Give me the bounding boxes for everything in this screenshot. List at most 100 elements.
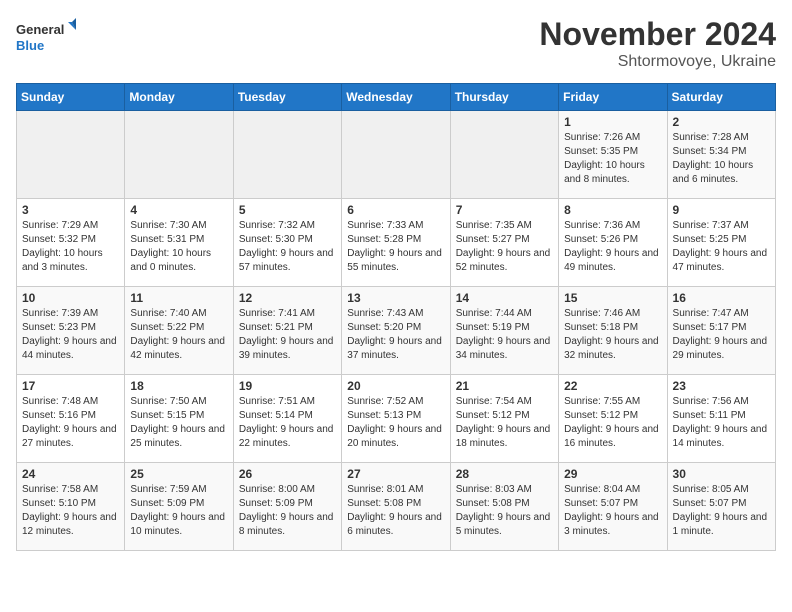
calendar-cell: 12 Sunrise: 7:41 AM Sunset: 5:21 PM Dayl… [233,287,341,375]
cell-info: Sunrise: 7:28 AM Sunset: 5:34 PM Dayligh… [673,131,770,187]
calendar-table: SundayMondayTuesdayWednesdayThursdayFrid… [16,83,776,551]
day-number: 12 [239,291,336,305]
day-number: 13 [347,291,444,305]
weekday-header-tuesday: Tuesday [233,84,341,111]
calendar-cell [342,111,450,199]
day-number: 8 [564,203,661,217]
calendar-cell: 27 Sunrise: 8:01 AM Sunset: 5:08 PM Dayl… [342,463,450,551]
weekday-header-saturday: Saturday [667,84,775,111]
svg-text:General: General [16,22,64,37]
daylight-text: Daylight: 9 hours and 42 minutes. [130,335,227,363]
day-number: 17 [22,379,119,393]
daylight-text: Daylight: 9 hours and 1 minute. [673,511,770,539]
cell-info: Sunrise: 7:54 AM Sunset: 5:12 PM Dayligh… [456,395,553,451]
daylight-text: Daylight: 9 hours and 29 minutes. [673,335,770,363]
day-number: 18 [130,379,227,393]
daylight-text: Daylight: 9 hours and 55 minutes. [347,247,444,275]
daylight-text: Daylight: 9 hours and 25 minutes. [130,423,227,451]
daylight-text: Daylight: 9 hours and 44 minutes. [22,335,119,363]
daylight-text: Daylight: 10 hours and 6 minutes. [673,159,770,187]
sunset-text: Sunset: 5:32 PM [22,233,119,247]
weekday-header-sunday: Sunday [17,84,125,111]
sunrise-text: Sunrise: 7:40 AM [130,307,227,321]
page-header: General Blue November 2024 Shtormovoye, … [16,16,776,71]
sunrise-text: Sunrise: 7:35 AM [456,219,553,233]
daylight-text: Daylight: 10 hours and 3 minutes. [22,247,119,275]
calendar-cell: 29 Sunrise: 8:04 AM Sunset: 5:07 PM Dayl… [559,463,667,551]
calendar-cell [17,111,125,199]
daylight-text: Daylight: 9 hours and 52 minutes. [456,247,553,275]
week-row-2: 3 Sunrise: 7:29 AM Sunset: 5:32 PM Dayli… [17,199,776,287]
week-row-3: 10 Sunrise: 7:39 AM Sunset: 5:23 PM Dayl… [17,287,776,375]
cell-info: Sunrise: 7:47 AM Sunset: 5:17 PM Dayligh… [673,307,770,363]
cell-info: Sunrise: 7:51 AM Sunset: 5:14 PM Dayligh… [239,395,336,451]
sunset-text: Sunset: 5:22 PM [130,321,227,335]
cell-info: Sunrise: 7:58 AM Sunset: 5:10 PM Dayligh… [22,483,119,539]
daylight-text: Daylight: 9 hours and 6 minutes. [347,511,444,539]
sunset-text: Sunset: 5:08 PM [456,497,553,511]
daylight-text: Daylight: 9 hours and 16 minutes. [564,423,661,451]
calendar-cell: 13 Sunrise: 7:43 AM Sunset: 5:20 PM Dayl… [342,287,450,375]
day-number: 2 [673,115,770,129]
daylight-text: Daylight: 9 hours and 10 minutes. [130,511,227,539]
daylight-text: Daylight: 9 hours and 57 minutes. [239,247,336,275]
calendar-cell: 5 Sunrise: 7:32 AM Sunset: 5:30 PM Dayli… [233,199,341,287]
week-row-5: 24 Sunrise: 7:58 AM Sunset: 5:10 PM Dayl… [17,463,776,551]
sunset-text: Sunset: 5:27 PM [456,233,553,247]
sunrise-text: Sunrise: 8:03 AM [456,483,553,497]
daylight-text: Daylight: 9 hours and 12 minutes. [22,511,119,539]
day-number: 16 [673,291,770,305]
sunrise-text: Sunrise: 8:05 AM [673,483,770,497]
weekday-header-thursday: Thursday [450,84,558,111]
calendar-cell: 7 Sunrise: 7:35 AM Sunset: 5:27 PM Dayli… [450,199,558,287]
calendar-cell: 15 Sunrise: 7:46 AM Sunset: 5:18 PM Dayl… [559,287,667,375]
cell-info: Sunrise: 7:29 AM Sunset: 5:32 PM Dayligh… [22,219,119,275]
calendar-cell: 25 Sunrise: 7:59 AM Sunset: 5:09 PM Dayl… [125,463,233,551]
sunrise-text: Sunrise: 7:29 AM [22,219,119,233]
sunrise-text: Sunrise: 8:01 AM [347,483,444,497]
calendar-cell: 17 Sunrise: 7:48 AM Sunset: 5:16 PM Dayl… [17,375,125,463]
sunset-text: Sunset: 5:15 PM [130,409,227,423]
sunset-text: Sunset: 5:34 PM [673,145,770,159]
calendar-cell: 18 Sunrise: 7:50 AM Sunset: 5:15 PM Dayl… [125,375,233,463]
calendar-cell: 1 Sunrise: 7:26 AM Sunset: 5:35 PM Dayli… [559,111,667,199]
daylight-text: Daylight: 9 hours and 5 minutes. [456,511,553,539]
sunset-text: Sunset: 5:08 PM [347,497,444,511]
day-number: 25 [130,467,227,481]
sunset-text: Sunset: 5:09 PM [130,497,227,511]
daylight-text: Daylight: 9 hours and 27 minutes. [22,423,119,451]
calendar-cell: 20 Sunrise: 7:52 AM Sunset: 5:13 PM Dayl… [342,375,450,463]
calendar-cell: 28 Sunrise: 8:03 AM Sunset: 5:08 PM Dayl… [450,463,558,551]
calendar-cell: 30 Sunrise: 8:05 AM Sunset: 5:07 PM Dayl… [667,463,775,551]
cell-info: Sunrise: 7:41 AM Sunset: 5:21 PM Dayligh… [239,307,336,363]
sunset-text: Sunset: 5:07 PM [564,497,661,511]
day-number: 27 [347,467,444,481]
daylight-text: Daylight: 9 hours and 8 minutes. [239,511,336,539]
day-number: 15 [564,291,661,305]
daylight-text: Daylight: 9 hours and 37 minutes. [347,335,444,363]
logo-svg: General Blue [16,16,76,61]
day-number: 6 [347,203,444,217]
day-number: 23 [673,379,770,393]
calendar-cell: 10 Sunrise: 7:39 AM Sunset: 5:23 PM Dayl… [17,287,125,375]
week-row-1: 1 Sunrise: 7:26 AM Sunset: 5:35 PM Dayli… [17,111,776,199]
calendar-cell: 2 Sunrise: 7:28 AM Sunset: 5:34 PM Dayli… [667,111,775,199]
location-title: Shtormovoye, Ukraine [539,53,776,71]
cell-info: Sunrise: 8:05 AM Sunset: 5:07 PM Dayligh… [673,483,770,539]
day-number: 28 [456,467,553,481]
sunset-text: Sunset: 5:25 PM [673,233,770,247]
calendar-cell: 23 Sunrise: 7:56 AM Sunset: 5:11 PM Dayl… [667,375,775,463]
day-number: 9 [673,203,770,217]
cell-info: Sunrise: 7:59 AM Sunset: 5:09 PM Dayligh… [130,483,227,539]
sunrise-text: Sunrise: 8:00 AM [239,483,336,497]
calendar-cell: 3 Sunrise: 7:29 AM Sunset: 5:32 PM Dayli… [17,199,125,287]
day-number: 4 [130,203,227,217]
daylight-text: Daylight: 9 hours and 14 minutes. [673,423,770,451]
sunset-text: Sunset: 5:21 PM [239,321,336,335]
day-number: 10 [22,291,119,305]
calendar-cell [233,111,341,199]
cell-info: Sunrise: 7:32 AM Sunset: 5:30 PM Dayligh… [239,219,336,275]
sunset-text: Sunset: 5:17 PM [673,321,770,335]
sunrise-text: Sunrise: 7:59 AM [130,483,227,497]
sunrise-text: Sunrise: 7:28 AM [673,131,770,145]
